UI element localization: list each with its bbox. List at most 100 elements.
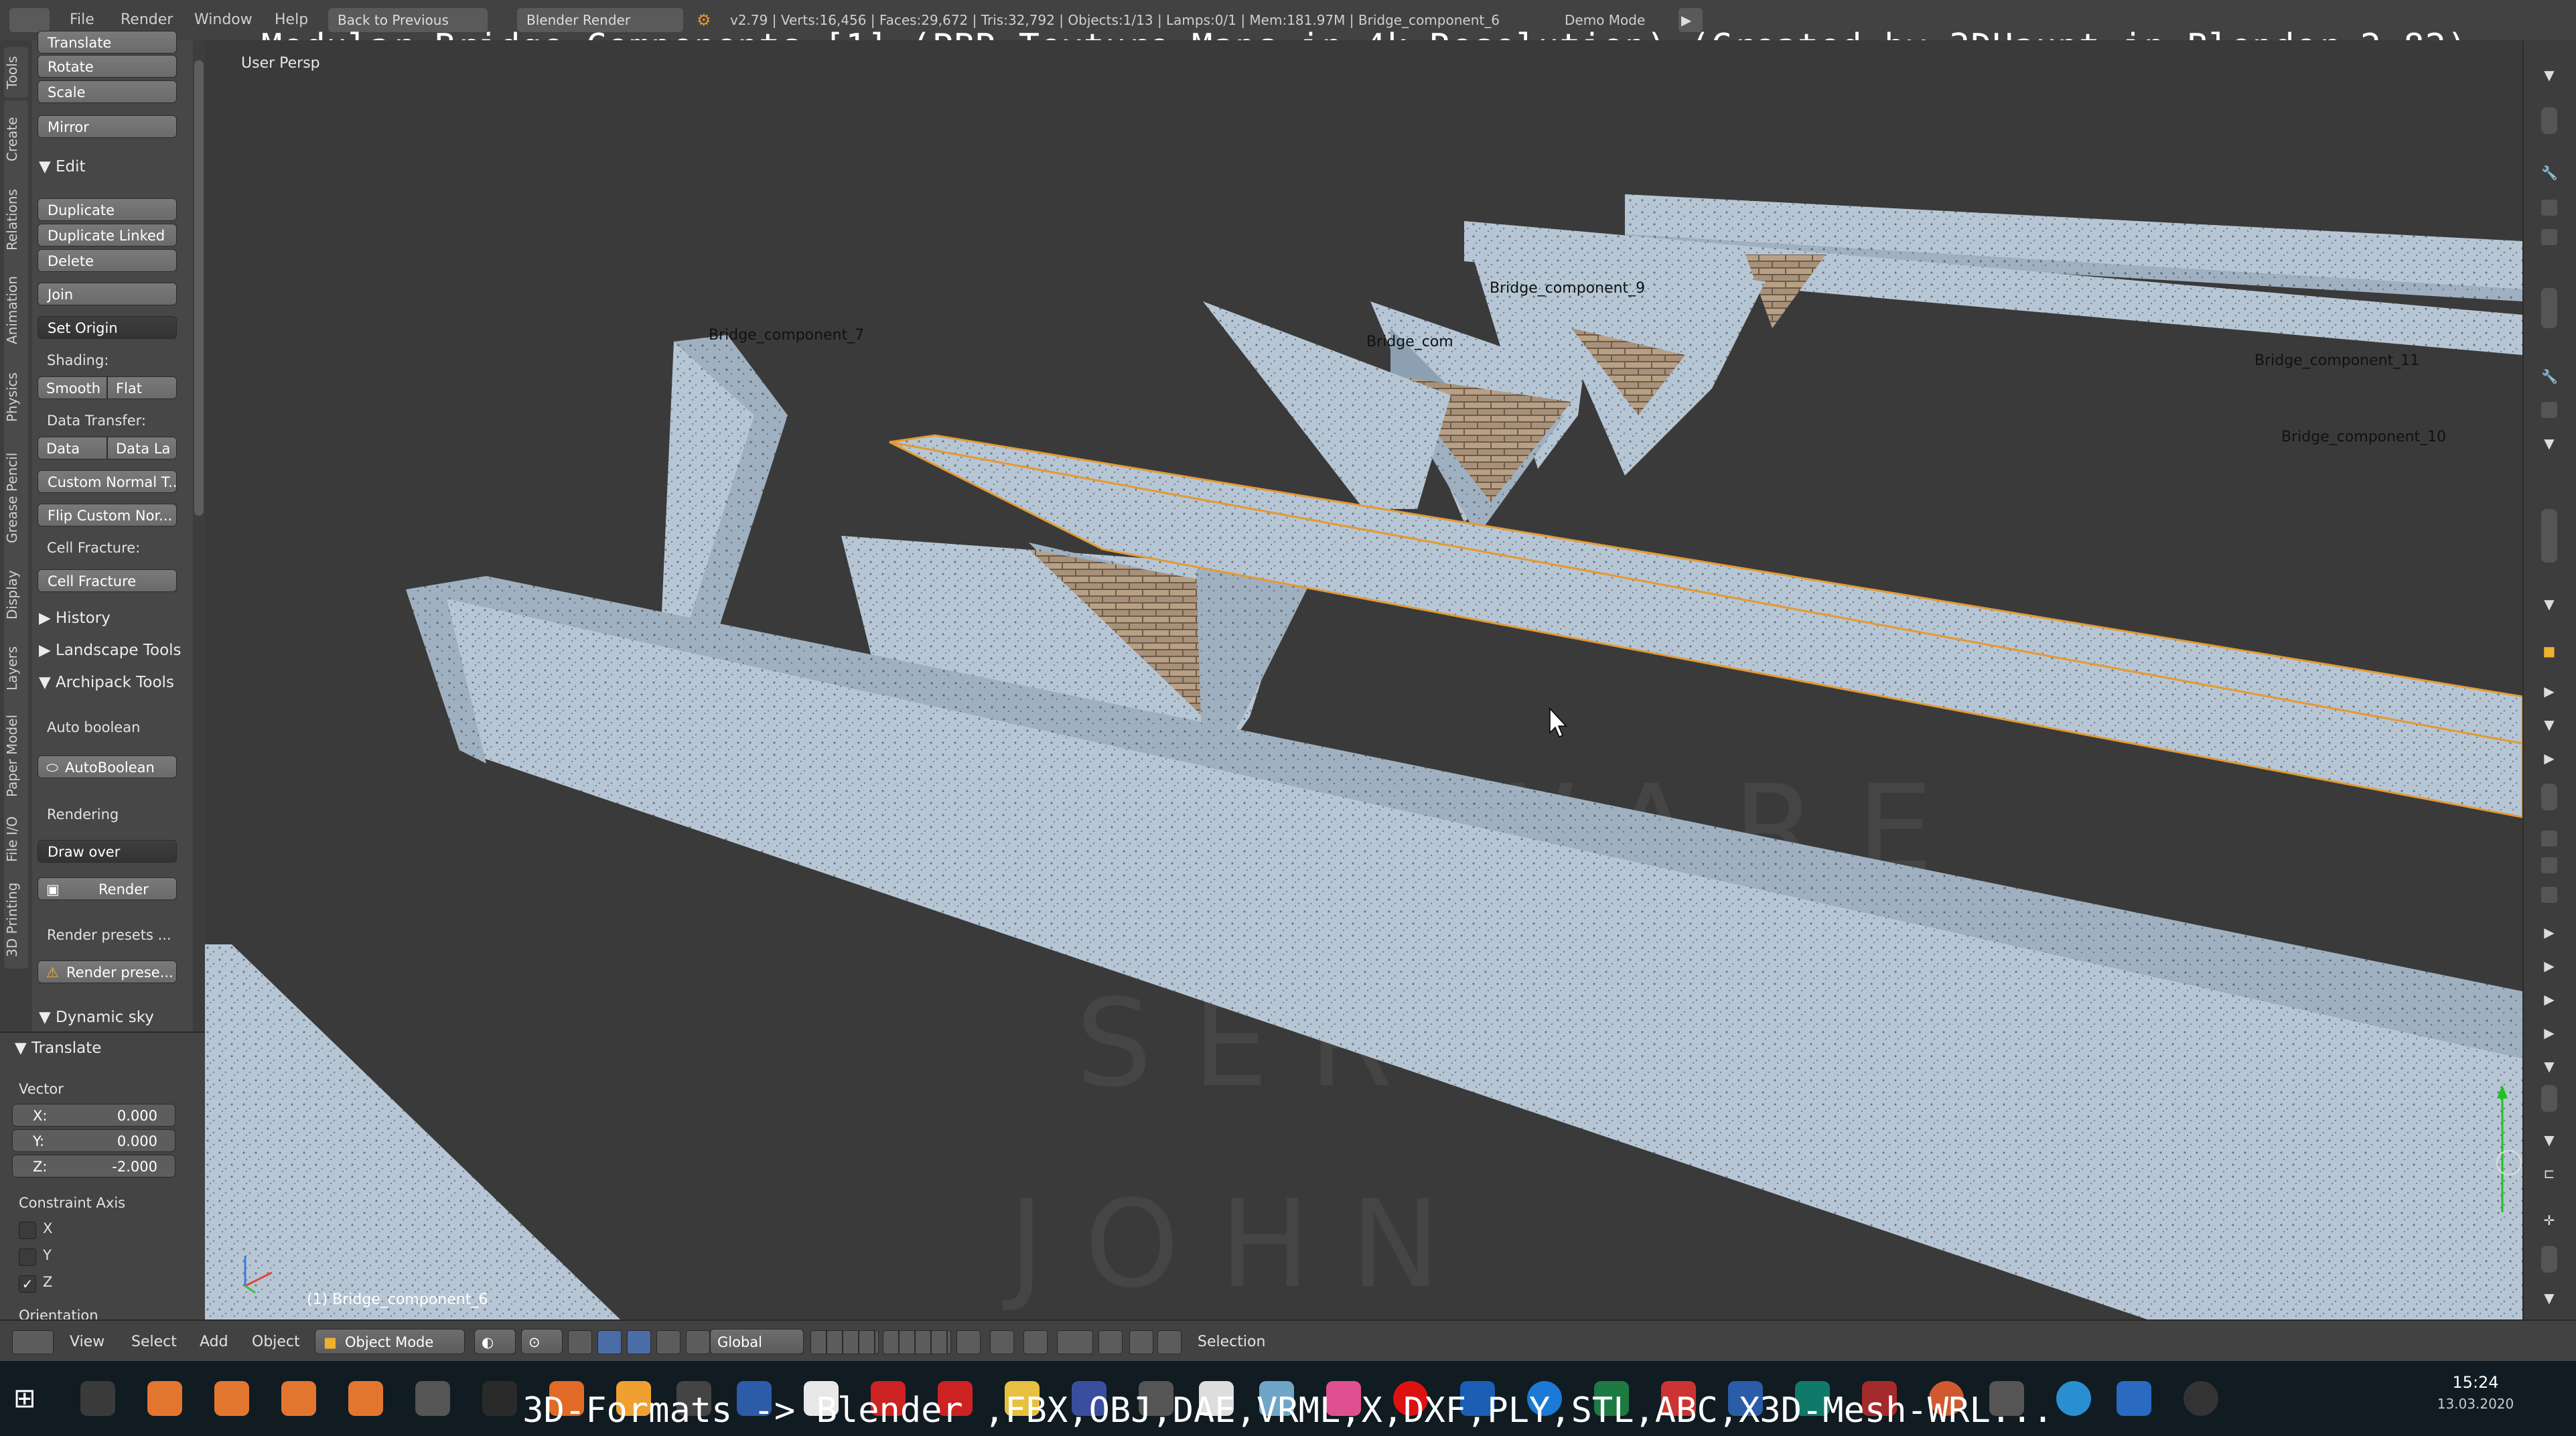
constraint-z-checkbox[interactable]: ✓ <box>19 1275 36 1293</box>
opengl-render-icon[interactable] <box>1098 1330 1123 1354</box>
draw-over-select[interactable]: Draw over <box>38 840 177 863</box>
cell-fracture-button[interactable]: Cell Fracture <box>38 569 177 592</box>
archipack-tools-header[interactable]: ▼ Archipack Tools <box>39 674 174 691</box>
vector-z-field[interactable]: Z: -2.000 <box>12 1155 175 1177</box>
rotate-manipulator-icon[interactable] <box>656 1330 681 1354</box>
scroll-slot-icon-6[interactable] <box>2541 1246 2557 1273</box>
chevron-down-icon-5[interactable]: ▼ <box>2541 1058 2557 1074</box>
smooth-button[interactable]: Smooth <box>38 376 107 399</box>
opengl-anim-icon[interactable] <box>1129 1330 1153 1354</box>
constraint-y-checkbox[interactable] <box>19 1248 36 1266</box>
data-layout-button[interactable]: Data La <box>107 437 177 459</box>
set-origin-select[interactable]: Set Origin <box>38 316 177 339</box>
chevron-down-icon-4[interactable]: ▼ <box>2541 717 2557 733</box>
scroll-slot-icon-3[interactable] <box>2541 509 2557 563</box>
operator-header[interactable]: ▼ Translate <box>15 1039 101 1057</box>
menu-render[interactable]: Render <box>121 8 173 32</box>
vector-x-field[interactable]: X: 0.000 <box>12 1104 175 1127</box>
modifier-wrench-icon-2[interactable]: 🔧 <box>2541 368 2558 384</box>
menu-object[interactable]: Object <box>252 1330 300 1354</box>
constraint-x-checkbox[interactable] <box>19 1222 36 1239</box>
vector-y-field[interactable]: Y: 0.000 <box>12 1129 175 1152</box>
tab-tools[interactable]: Tools <box>4 47 28 98</box>
snap-element-select[interactable] <box>1057 1330 1093 1354</box>
chevron-down-icon-2[interactable]: ▼ <box>2541 435 2557 451</box>
chevron-right-icon-3[interactable]: ▶ <box>2541 924 2557 940</box>
toggle-icon-7[interactable] <box>2541 887 2557 903</box>
menu-select[interactable]: Select <box>131 1330 177 1354</box>
layers-grid-1[interactable] <box>810 1330 879 1354</box>
duplicate-linked-button[interactable]: Duplicate Linked <box>38 224 177 246</box>
menu-window[interactable]: Window <box>194 8 253 32</box>
toggle-icon-6[interactable] <box>2541 857 2557 873</box>
render-presets-button[interactable]: ⚠ Render prese... <box>38 960 177 983</box>
tab-create[interactable]: Create <box>4 100 28 178</box>
visibility-toggle-icon-2[interactable] <box>2541 402 2557 418</box>
autoboolean-button[interactable]: ⬭ AutoBoolean <box>38 756 177 778</box>
editor-type-icon[interactable] <box>9 8 50 32</box>
bracket-icon[interactable]: ⊏ <box>2541 1165 2557 1181</box>
tab-display[interactable]: Display <box>4 556 28 634</box>
chevron-down-icon-6[interactable]: ▼ <box>2541 1132 2557 1148</box>
translate-button[interactable]: Translate <box>38 31 177 54</box>
edit-panel-header[interactable]: ▼ Edit <box>39 158 86 175</box>
manipulator-toggle-icon[interactable] <box>597 1330 622 1354</box>
render-icon[interactable] <box>1157 1330 1182 1354</box>
duplicate-button[interactable]: Duplicate <box>38 198 177 221</box>
move-icon[interactable]: ✛ <box>2541 1212 2557 1228</box>
chevron-right-icon[interactable]: ▶ <box>2541 683 2557 699</box>
lock-camera-icon[interactable] <box>956 1330 981 1354</box>
history-panel-header[interactable]: ▶ History <box>39 609 111 627</box>
tab-file-io[interactable]: File I/O <box>4 804 28 875</box>
data-transfer-button[interactable]: Data <box>38 437 107 459</box>
landscape-tools-header[interactable]: ▶ Landscape Tools <box>39 642 182 659</box>
mirror-button[interactable]: Mirror <box>38 115 177 138</box>
proportional-edit-icon[interactable] <box>990 1330 1014 1354</box>
scrollbar-thumb[interactable] <box>194 60 204 516</box>
chevron-right-icon-2[interactable]: ▶ <box>2541 750 2557 766</box>
tab-layers[interactable]: Layers <box>4 630 28 707</box>
chevron-down-icon-7[interactable]: ▼ <box>2541 1290 2557 1306</box>
tab-physics[interactable]: Physics <box>4 355 28 439</box>
scale-manipulator-icon[interactable] <box>686 1330 710 1354</box>
dynamic-sky-header[interactable]: ▼ Dynamic sky <box>39 1009 154 1026</box>
modifier-wrench-icon[interactable]: 🔧 <box>2541 165 2558 181</box>
tab-paper-model[interactable]: Paper Model <box>4 703 28 808</box>
tab-grease-pencil[interactable]: Grease Pencil <box>4 435 28 560</box>
scale-button[interactable]: Scale <box>38 80 177 103</box>
editor-type-button[interactable] <box>12 1330 54 1354</box>
chevron-right-icon-5[interactable]: ▶ <box>2541 991 2557 1007</box>
delete-button[interactable]: Delete <box>38 249 177 272</box>
custom-normal-button[interactable]: Custom Normal T... <box>38 470 177 493</box>
menu-add[interactable]: Add <box>200 1330 228 1354</box>
viewport-shading-select[interactable]: ◐ <box>474 1329 516 1354</box>
layers-grid-2[interactable] <box>883 1330 951 1354</box>
scroll-slot-icon-4[interactable] <box>2541 784 2557 810</box>
3d-viewport[interactable]: TWARE SERVI JOHN <box>205 40 2522 1319</box>
scroll-slot-icon-2[interactable] <box>2541 288 2557 328</box>
join-button[interactable]: Join <box>38 283 177 305</box>
flip-custom-normals-button[interactable]: Flip Custom Nor... <box>38 504 177 526</box>
scroll-slot-icon[interactable] <box>2541 107 2557 134</box>
menu-view[interactable]: View <box>70 1330 104 1354</box>
menu-file[interactable]: File <box>70 8 94 32</box>
tab-relations[interactable]: Relations <box>4 174 28 265</box>
flat-button[interactable]: Flat <box>107 376 177 399</box>
visibility-toggle-icon[interactable] <box>2541 200 2557 216</box>
cube-icon[interactable]: ■ <box>2541 643 2557 659</box>
scroll-slot-icon-5[interactable] <box>2541 1085 2557 1112</box>
render-toggle-icon[interactable] <box>2541 229 2557 245</box>
limit-selection-icon[interactable] <box>568 1330 592 1354</box>
render-button[interactable]: ▣ Render <box>38 877 177 900</box>
object-mode-select[interactable]: ■ Object Mode <box>315 1329 465 1354</box>
tab-animation[interactable]: Animation <box>4 261 28 359</box>
toggle-icon-5[interactable] <box>2541 831 2557 847</box>
translate-manipulator-icon[interactable] <box>627 1330 651 1354</box>
chevron-right-icon-6[interactable]: ▶ <box>2541 1025 2557 1041</box>
pivot-point-select[interactable]: ⊙ <box>521 1329 563 1354</box>
chevron-right-icon-4[interactable]: ▶ <box>2541 958 2557 974</box>
chevron-down-icon[interactable]: ▼ <box>2541 67 2557 83</box>
rotate-button[interactable]: Rotate <box>38 55 177 78</box>
transform-orientation-select[interactable]: Global <box>710 1329 804 1354</box>
chevron-down-icon-3[interactable]: ▼ <box>2541 596 2557 612</box>
